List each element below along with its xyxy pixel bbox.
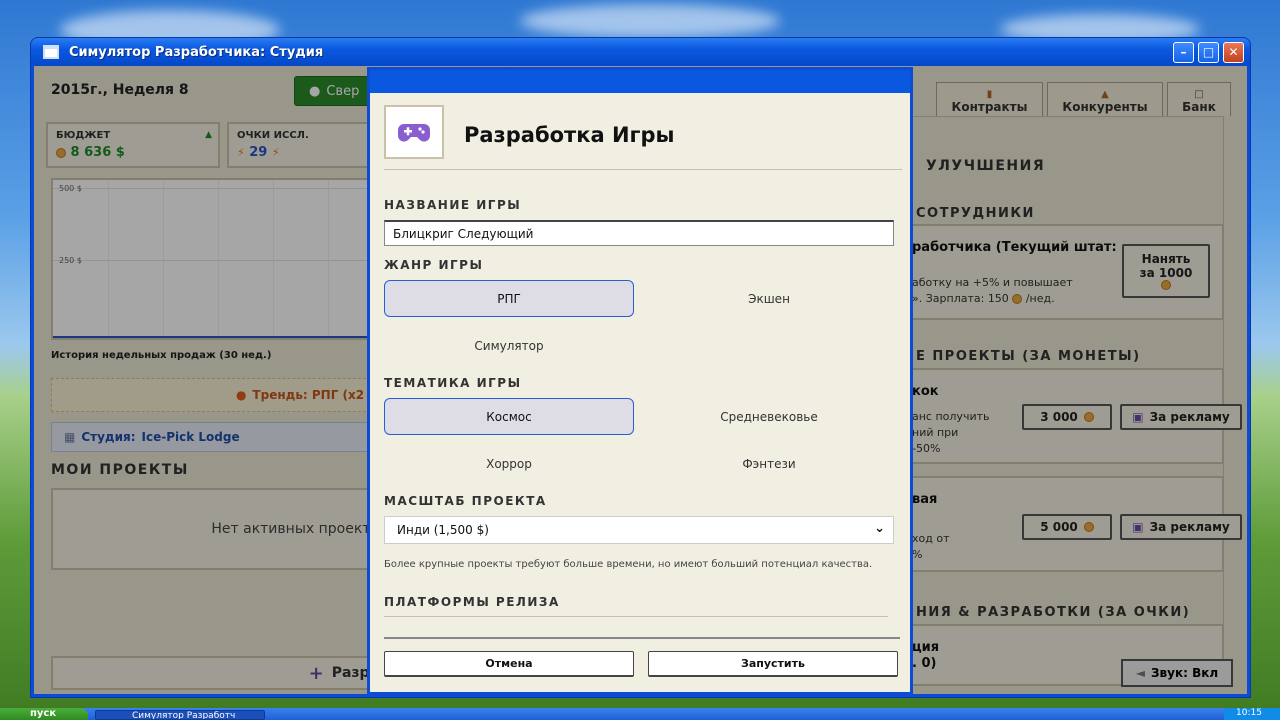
theme-label: ТЕМАТИКА ИГРЫ: [384, 376, 522, 390]
game-name-input[interactable]: Блицкриг Следующий: [384, 220, 894, 246]
genre-option-action[interactable]: Экшен: [644, 280, 894, 317]
app-window-icon: [43, 45, 59, 59]
genre-option-rpg[interactable]: РПГ: [384, 280, 634, 317]
theme-option-fantasy[interactable]: Фэнтези: [644, 445, 894, 482]
game-dev-modal: Разработка Игры НАЗВАНИЕ ИГРЫ Блицкриг С…: [367, 67, 913, 695]
clock: 10:15: [1236, 708, 1262, 718]
taskbar-app-label: Симулятор Разработч: [132, 711, 236, 720]
scale-label: МАСШТАБ ПРОЕКТА: [384, 494, 547, 508]
cancel-button[interactable]: Отмена: [384, 651, 634, 677]
modal-title: Разработка Игры: [464, 123, 675, 147]
gamepad-icon: [384, 105, 444, 159]
minimize-button[interactable]: –: [1173, 41, 1194, 63]
close-button[interactable]: ✕: [1223, 41, 1244, 63]
modal-header: Разработка Игры: [384, 105, 902, 170]
theme-option-horror[interactable]: Хоррор: [384, 445, 634, 482]
scale-hint: Более крупные проекты требуют больше вре…: [384, 559, 873, 570]
maximize-button[interactable]: □: [1198, 41, 1219, 63]
system-tray: 10:15: [1224, 708, 1280, 720]
divider: [384, 616, 888, 617]
scale-value: Инди (1,500 $): [397, 523, 489, 537]
launch-button[interactable]: Запустить: [648, 651, 898, 677]
scale-select[interactable]: Инди (1,500 $) ⌄: [384, 516, 894, 544]
platforms-label: ПЛАТФОРМЫ РЕЛИЗА: [384, 595, 560, 609]
genre-option-simulator[interactable]: Симулятор: [384, 327, 634, 364]
modal-footer-divider: [384, 637, 900, 639]
theme-option-space[interactable]: Космос: [384, 398, 634, 435]
modal-top-bar: [370, 70, 910, 93]
start-button[interactable]: пуск: [0, 708, 88, 720]
theme-option-medieval[interactable]: Средневековье: [644, 398, 894, 435]
start-label: пуск: [30, 708, 57, 719]
chevron-down-icon: ⌄: [874, 521, 885, 536]
window-title: Симулятор Разработчика: Студия: [69, 44, 324, 60]
taskbar-app-item[interactable]: Симулятор Разработч: [95, 710, 265, 720]
game-name-label: НАЗВАНИЕ ИГРЫ: [384, 198, 522, 212]
genre-label: ЖАНР ИГРЫ: [384, 258, 484, 272]
title-bar[interactable]: Симулятор Разработчика: Студия – □ ✕: [31, 38, 1250, 66]
